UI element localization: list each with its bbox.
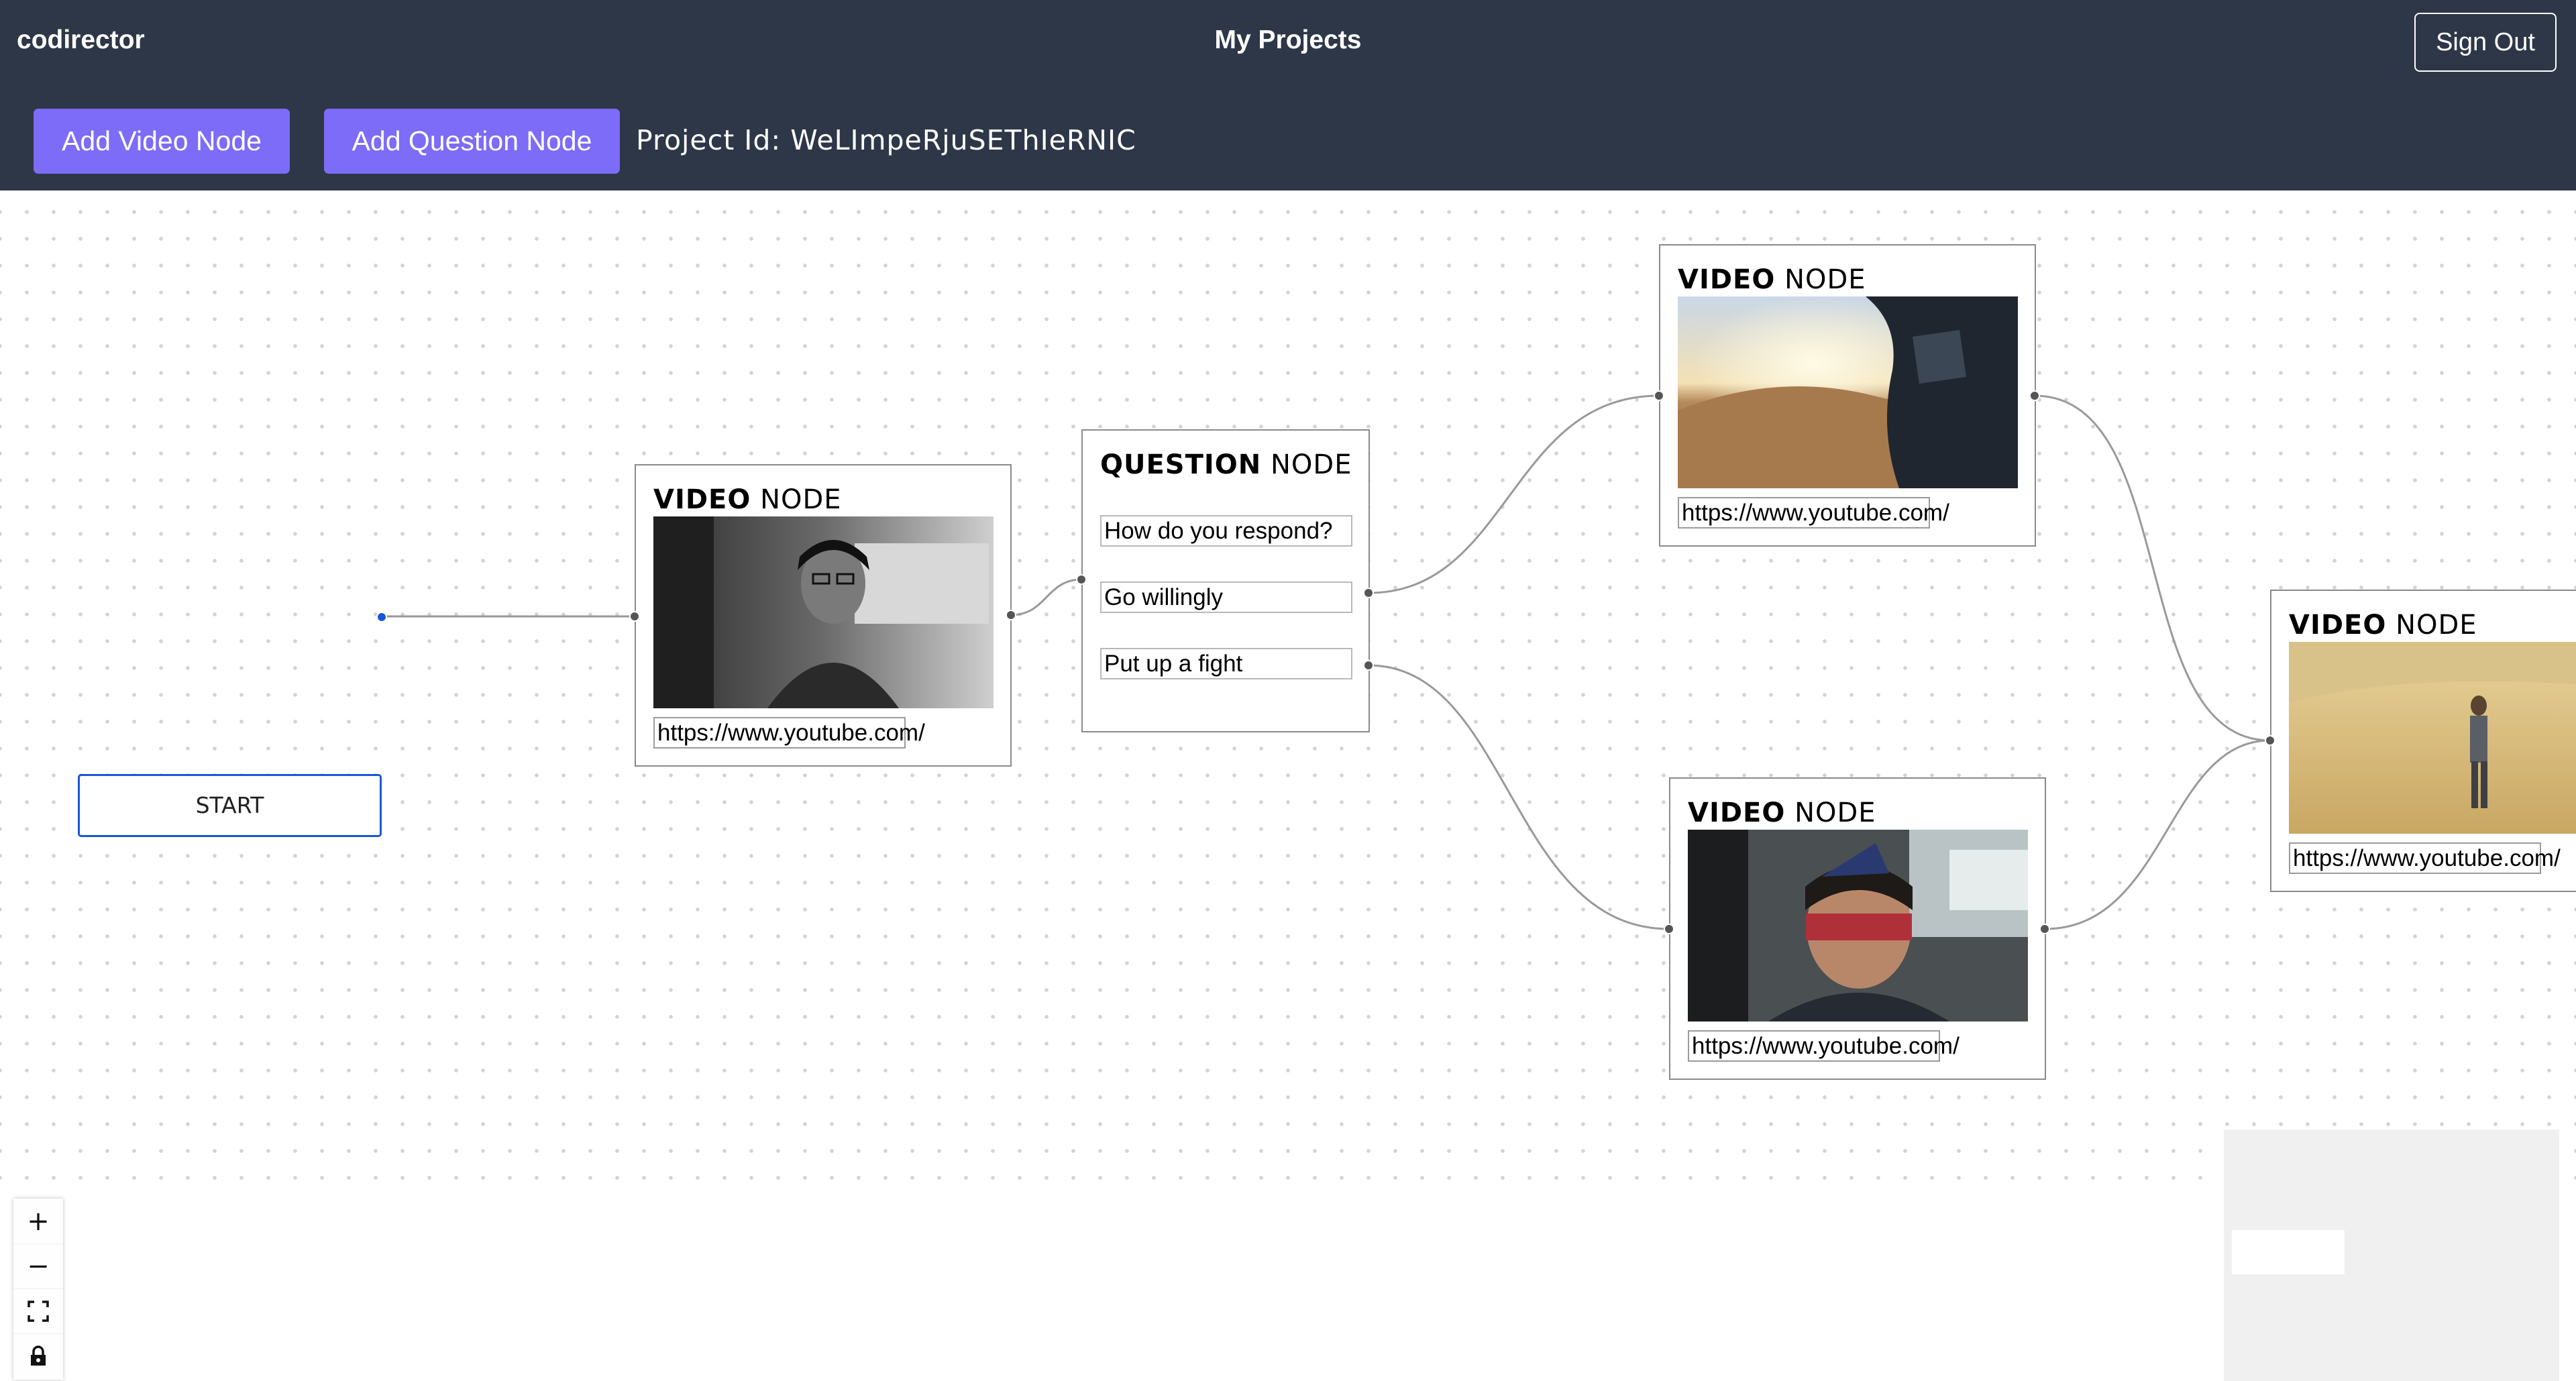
edge-video1-question [1010,578,1082,616]
video-thumbnail[interactable] [2289,642,2576,834]
video-output-handle[interactable] [1006,610,1016,620]
flow-controls: + − [13,1199,63,1380]
video-output-handle[interactable] [2029,390,2040,401]
video-url-input[interactable]: https://www.youtube.com/ [1678,497,1949,529]
top-navbar: codirector My Projects Sign Out [0,0,2576,89]
minimap-viewport-node [2232,1230,2345,1274]
flow-canvas[interactable]: START VIDEO NODE https://www.youtube.com… [0,190,2576,1381]
video-thumbnail[interactable] [1688,830,2028,1021]
node-title: QUESTION NODE [1100,449,1352,480]
option-1-output-handle[interactable] [1363,588,1374,598]
edge-opt2-video3 [1368,664,1670,930]
project-toolbar: Add Video Node Add Question Node Project… [0,89,2576,190]
video-node[interactable]: VIDEO NODE https://www.youtube.com/ [635,464,1012,767]
add-video-node-button[interactable]: Add Video Node [34,109,290,174]
video-node[interactable]: VIDEO NODE https://www.youtube.com/ [1659,244,2036,547]
video-url-input[interactable]: https://www.youtube.com/ [653,717,925,749]
edge-opt1-video2 [1368,394,1660,594]
edge-video3-video4 [2044,739,2271,930]
node-title: VIDEO NODE [1678,264,1866,295]
video-node[interactable]: VIDEO NODE https://www.youtube.com/ [1669,777,2046,1080]
add-question-node-button[interactable]: Add Question Node [324,109,620,174]
lock-icon [31,1345,46,1366]
answer-option-2-input[interactable]: Put up a fight [1100,648,1352,679]
video-output-handle[interactable] [2039,924,2050,934]
zoom-in-button[interactable]: + [13,1199,63,1244]
video-thumbnail[interactable] [653,516,994,708]
page-title[interactable]: My Projects [0,25,2576,55]
video-input-handle[interactable] [2265,735,2275,746]
node-title: VIDEO NODE [1688,797,1876,828]
minimap[interactable] [2224,1129,2559,1381]
question-prompt-input[interactable]: How do you respond? [1100,515,1352,547]
video-url-input[interactable]: https://www.youtube.com/ [2289,842,2561,874]
option-2-output-handle[interactable] [1363,660,1374,671]
node-title: VIDEO NODE [653,484,842,515]
question-input-handle[interactable] [1076,574,1087,585]
question-node[interactable]: QUESTION NODE How do you respond? Go wil… [1081,429,1370,732]
answer-option-1-input[interactable]: Go willingly [1100,582,1352,613]
video-input-handle[interactable] [1654,390,1664,401]
video-input-handle[interactable] [1664,924,1674,934]
start-output-handle[interactable] [376,612,387,622]
video-node[interactable]: VIDEO NODE https://www.youtube.com/ [2270,590,2576,892]
video-url-input[interactable]: https://www.youtube.com/ [1688,1030,1960,1062]
sign-out-button[interactable]: Sign Out [2414,13,2557,72]
edge-video2-video4 [2034,394,2271,742]
video-input-handle[interactable] [629,611,640,622]
project-id-label: Project Id: WeLImpeRjuSEThIeRNIC [636,124,1136,156]
start-node[interactable]: START [78,774,382,837]
fit-view-button[interactable] [13,1288,63,1334]
fit-view-icon [28,1300,49,1322]
lock-button[interactable] [13,1333,63,1378]
zoom-out-button[interactable]: − [13,1244,63,1289]
node-title: VIDEO NODE [2289,610,2477,641]
video-thumbnail[interactable] [1678,296,2018,488]
